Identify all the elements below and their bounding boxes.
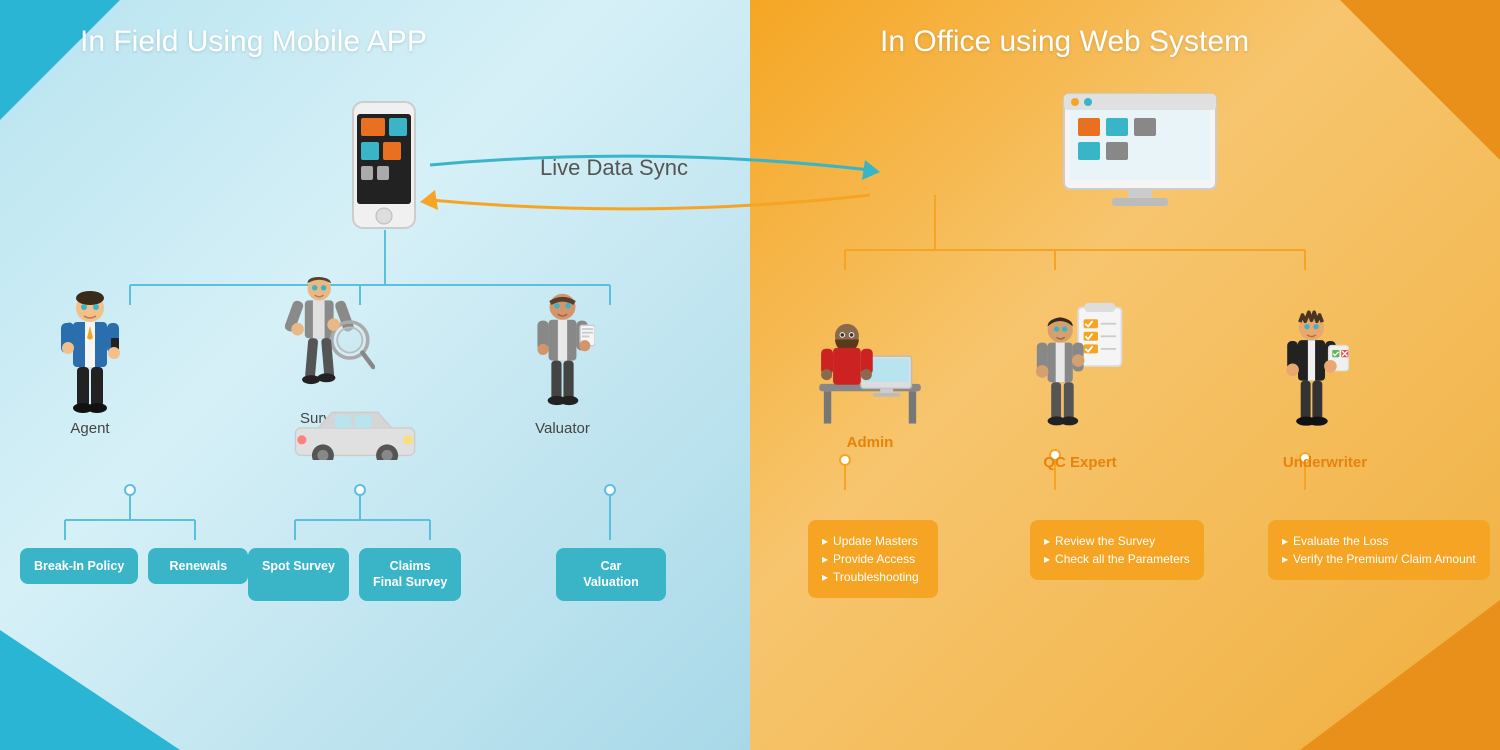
qc-task-list: Review the Survey Check all the Paramete… <box>1030 520 1204 580</box>
valuator-label: Valuator <box>535 420 590 437</box>
sync-label: Live Data Sync <box>540 155 688 181</box>
admin-tasks-box: Update Masters Provide Access Troublesho… <box>808 520 938 598</box>
underwriter-task-1: Evaluate the Loss <box>1282 532 1476 550</box>
main-layout: In Field Using Mobile APP In Office usin… <box>0 0 1500 750</box>
agent-label: Agent <box>70 420 109 437</box>
admin-task-3: Troubleshooting <box>822 568 924 586</box>
admin-label: Admin <box>847 434 894 451</box>
task-spot-survey: Spot Survey <box>248 548 349 601</box>
agent-character: Agent <box>55 290 125 437</box>
task-break-in-policy: Break-In Policy <box>20 548 138 584</box>
underwriter-character: Underwriter <box>1280 305 1370 471</box>
admin-task-1: Update Masters <box>822 532 924 550</box>
surveyor-character: Surveyor <box>285 270 375 427</box>
valuator-character: Valuator <box>530 290 595 437</box>
agent-figure <box>55 290 125 420</box>
underwriter-tasks-box: Evaluate the Loss Verify the Premium/ Cl… <box>1268 520 1490 580</box>
underwriter-task-2: Verify the Premium/ Claim Amount <box>1282 550 1476 568</box>
qc-figure <box>1035 300 1125 450</box>
underwriter-label: Underwriter <box>1283 454 1367 471</box>
qc-tasks-box: Review the Survey Check all the Paramete… <box>1030 520 1204 580</box>
admin-figure <box>810 310 930 430</box>
car-graphic <box>290 405 420 465</box>
qc-task-1: Review the Survey <box>1044 532 1190 550</box>
admin-character: Admin <box>810 310 930 451</box>
admin-task-2: Provide Access <box>822 550 924 568</box>
qc-character: QC Expert <box>1035 300 1125 471</box>
underwriter-task-list: Evaluate the Loss Verify the Premium/ Cl… <box>1268 520 1490 580</box>
task-car-valuation: CarValuation <box>556 548 666 601</box>
valuator-figure <box>530 290 595 420</box>
surveyor-tasks: Spot Survey ClaimsFinal Survey <box>248 548 461 601</box>
admin-task-list: Update Masters Provide Access Troublesho… <box>808 520 938 598</box>
agent-tasks: Break-In Policy Renewals <box>20 548 248 584</box>
qc-task-2: Check all the Parameters <box>1044 550 1190 568</box>
qc-label: QC Expert <box>1043 454 1116 471</box>
surveyor-figure <box>285 270 375 410</box>
valuator-tasks: CarValuation <box>556 548 666 601</box>
underwriter-figure <box>1280 305 1370 450</box>
task-claims-final-survey: ClaimsFinal Survey <box>359 548 461 601</box>
task-renewals: Renewals <box>148 548 248 584</box>
